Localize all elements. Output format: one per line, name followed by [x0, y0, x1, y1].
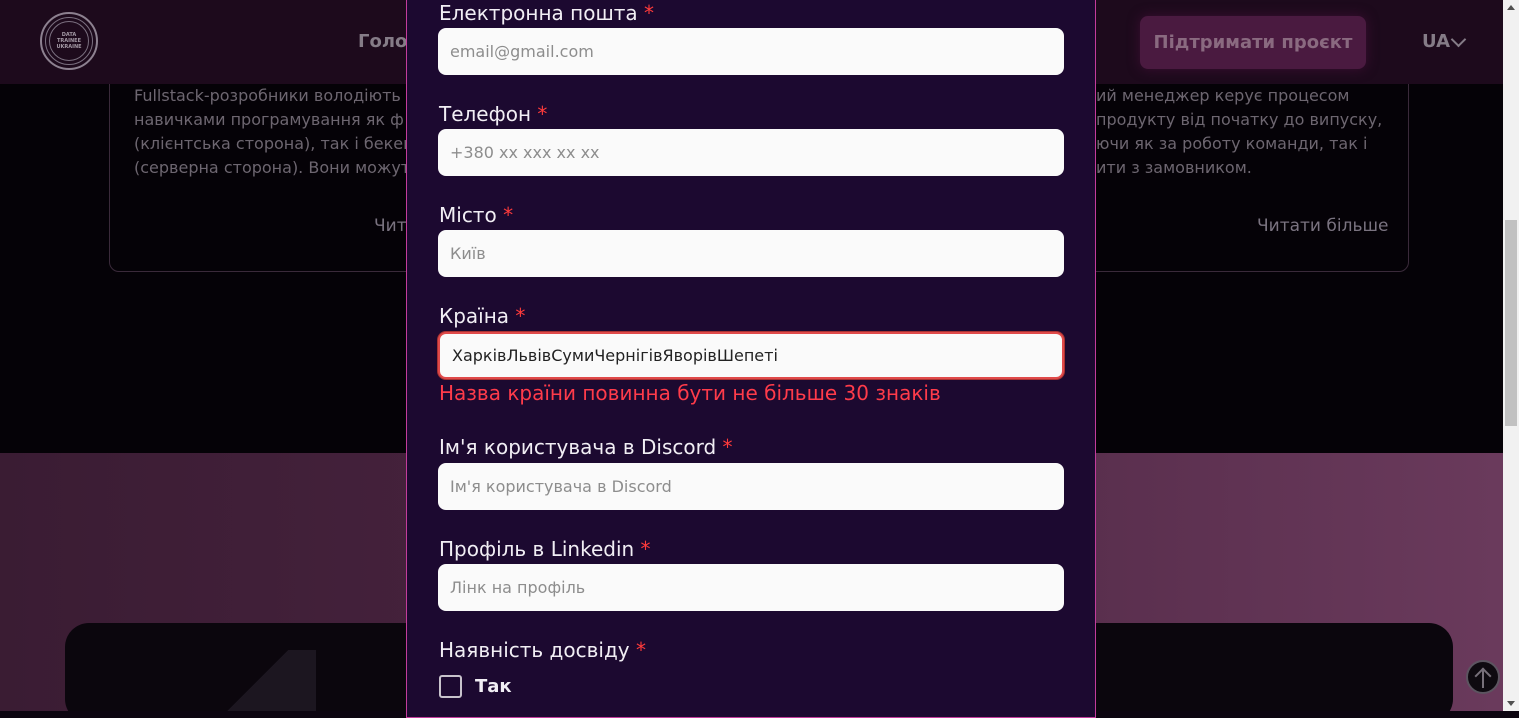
- country-label: Країна *: [439, 304, 525, 328]
- required-mark: *: [515, 304, 526, 328]
- pm-description: ий менеджер керує процесом продукту від …: [1096, 86, 1383, 177]
- read-more-link-right[interactable]: Читати більше: [1257, 216, 1388, 236]
- phone-label: Телефон *: [439, 102, 547, 126]
- required-mark: *: [537, 102, 548, 126]
- email-label-text: Електронна пошта: [439, 1, 638, 25]
- experience-yes-checkbox[interactable]: [439, 675, 462, 698]
- country-label-text: Країна: [439, 304, 510, 328]
- discord-label: Ім'я користувача в Discord *: [439, 435, 733, 459]
- linkedin-label: Профіль в Linkedin *: [439, 537, 651, 561]
- country-field[interactable]: [438, 332, 1064, 379]
- scroll-to-top-button[interactable]: [1466, 660, 1500, 694]
- decorative-shape: [200, 650, 316, 711]
- fullstack-description: Fullstack-розробники володіють навичками…: [134, 86, 414, 177]
- phone-field[interactable]: [438, 129, 1064, 176]
- page-scrollbar[interactable]: [1503, 0, 1519, 711]
- email-field[interactable]: [438, 28, 1064, 75]
- required-mark: *: [644, 1, 655, 25]
- email-label: Електронна пошта *: [439, 1, 654, 25]
- linkedin-label-text: Профіль в Linkedin: [439, 537, 635, 561]
- experience-label: Наявність досвіду *: [439, 638, 646, 662]
- scrollbar-thumb[interactable]: [1505, 220, 1517, 426]
- arrow-up-head-icon: [1474, 667, 1492, 685]
- city-label: Місто *: [439, 203, 513, 227]
- chevron-down-icon[interactable]: [1450, 31, 1467, 48]
- support-project-button[interactable]: Підтримати проєкт: [1140, 16, 1366, 69]
- required-mark: *: [503, 203, 514, 227]
- required-mark: *: [640, 537, 651, 561]
- logo[interactable]: DATA TRAINEE UKRAINE: [40, 12, 98, 70]
- linkedin-profile-field[interactable]: [438, 564, 1064, 611]
- experience-label-text: Наявність досвіду: [439, 638, 630, 662]
- country-error-message: Назва країни повинна бути не більше 30 з…: [439, 381, 941, 405]
- discord-label-text: Ім'я користувача в Discord: [439, 435, 717, 459]
- read-more-link-left[interactable]: Чит: [374, 216, 407, 236]
- required-mark: *: [722, 435, 733, 459]
- city-field[interactable]: [438, 230, 1064, 277]
- discord-username-field[interactable]: [438, 463, 1064, 510]
- city-label-text: Місто: [439, 203, 497, 227]
- scroll-up-arrow-icon[interactable]: [1507, 5, 1515, 10]
- phone-label-text: Телефон: [439, 102, 532, 126]
- logo-ring-icon: [49, 21, 89, 61]
- scroll-down-arrow-icon[interactable]: [1507, 701, 1515, 706]
- required-mark: *: [635, 638, 646, 662]
- experience-yes-label[interactable]: Так: [475, 676, 512, 697]
- language-selector[interactable]: UA: [1422, 31, 1450, 52]
